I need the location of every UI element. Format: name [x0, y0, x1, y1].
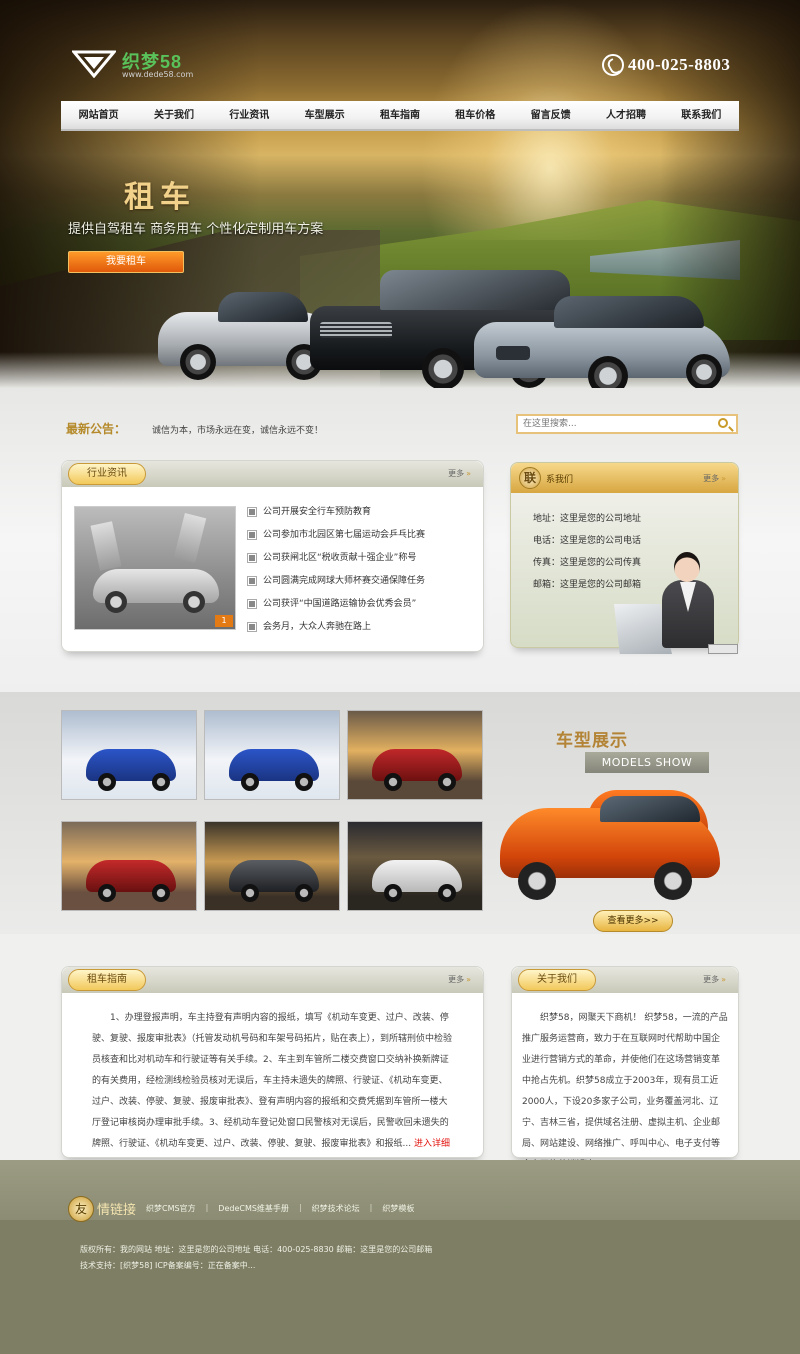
nav-item-contact[interactable]: 联系我们: [664, 101, 739, 129]
desk-phone: [708, 644, 738, 654]
nav-item-feedback[interactable]: 留言反馈: [513, 101, 588, 129]
search-input[interactable]: [523, 417, 703, 431]
customer-service-photo: [612, 548, 740, 660]
featured-car-wheel: [654, 862, 692, 900]
thumb-wheel: [241, 884, 259, 902]
model-thumb[interactable]: [347, 710, 483, 800]
links-badge: 友: [68, 1196, 94, 1222]
nav-item-news[interactable]: 行业资讯: [212, 101, 287, 129]
logo-diamond-icon: [72, 50, 116, 78]
featured-car-glass: [600, 796, 700, 822]
contact-address: 地址：这里是您的公司地址: [533, 514, 642, 524]
link-item[interactable]: 织梦CMS官方: [146, 1203, 196, 1214]
contact-panel-title: 系我们: [546, 475, 574, 485]
model-thumb[interactable]: [204, 710, 340, 800]
featured-car-image: [492, 790, 732, 906]
nav-item-jobs[interactable]: 人才招聘: [588, 101, 663, 129]
models-title: 车型展示: [556, 731, 628, 751]
link-item[interactable]: 织梦技术论坛: [312, 1203, 360, 1214]
search-icon[interactable]: [718, 418, 728, 428]
guide-text: 1、办理登报声明，车主持登有声明内容的报纸，填写《机动车变更、过户、改装、停驶、…: [92, 1008, 456, 1176]
thumb-wheel: [98, 884, 116, 902]
nav-item-models[interactable]: 车型展示: [287, 101, 362, 129]
news-item[interactable]: 公司获闸北区“税收贡献十强企业”称号: [247, 550, 473, 573]
model-thumb[interactable]: [61, 821, 197, 911]
car-wheel: [105, 591, 127, 613]
rent-car-button[interactable]: 我要租车: [68, 251, 184, 273]
news-item[interactable]: 会务月，大众人奔驰在路上: [247, 619, 473, 642]
thumb-wheel: [152, 884, 170, 902]
thumb-wheel: [295, 884, 313, 902]
thumb-wheel: [384, 884, 402, 902]
link-item[interactable]: DedeCMS维基手册: [218, 1203, 289, 1214]
car-door-right: [173, 513, 207, 563]
news-item[interactable]: 公司参加市北园区第七届运动会乒乓比赛: [247, 527, 473, 550]
models-subtitle: MODELS SHOW: [585, 752, 709, 773]
news-image[interactable]: 1: [74, 506, 236, 630]
contact-more-link[interactable]: 更多: [703, 473, 726, 484]
model-thumb[interactable]: [347, 821, 483, 911]
link-separator: |: [205, 1203, 209, 1212]
thumb-wheel: [152, 773, 170, 791]
thumb-wheel: [241, 773, 259, 791]
thumb-wheel: [98, 773, 116, 791]
about-panel-title: 关于我们: [518, 969, 596, 991]
link-separator: |: [298, 1203, 302, 1212]
link-item[interactable]: 织梦模板: [382, 1203, 414, 1214]
thumb-wheel: [438, 773, 456, 791]
footer-support: 技术支持：[织梦58] ICP备案编号：正在备案中...: [80, 1261, 256, 1270]
phone-icon: [602, 54, 624, 76]
footer: 版权所有：我的网站 地址：这里是您的公司地址 电话：400-025-8830 邮…: [0, 1222, 800, 1354]
footer-copyright: 版权所有：我的网站 地址：这里是您的公司地址 电话：400-025-8830 邮…: [80, 1245, 433, 1254]
nav-item-about[interactable]: 关于我们: [136, 101, 211, 129]
news-item[interactable]: 公司开展安全行车预防教育: [247, 504, 473, 527]
hero-banner: 织梦58 www.dede58.com 400-025-8803 租车 提供自驾…: [0, 0, 800, 388]
thumb-wheel: [295, 773, 313, 791]
about-more-link[interactable]: 更多: [703, 974, 726, 985]
nav-item-price[interactable]: 租车价格: [438, 101, 513, 129]
links-list: 织梦CMS官方 | DedeCMS维基手册 | 织梦技术论坛 | 织梦模板: [146, 1203, 424, 1214]
models-more-button[interactable]: 查看更多>>: [593, 910, 673, 932]
notice-text: 诚信为本，市场永远在变，诚信永远不变！: [152, 426, 324, 436]
model-thumb[interactable]: [61, 710, 197, 800]
links-title: 情链接: [97, 1203, 137, 1218]
news-item[interactable]: 公司获评“中国道路运输协会优秀会员”: [247, 596, 473, 619]
link-separator: |: [369, 1203, 373, 1212]
news-item[interactable]: 公司圆满完成网球大师杯赛交通保障任务: [247, 573, 473, 596]
person-head: [674, 552, 700, 582]
notice-label: 最新公告：: [66, 422, 127, 436]
image-page-indicator[interactable]: 1: [215, 615, 233, 627]
hero-subtitle: 提供自驾租车 商务用车 个性化定制用车方案: [68, 222, 324, 237]
thumb-wheel: [384, 773, 402, 791]
news-list: 公司开展安全行车预防教育 公司参加市北园区第七届运动会乒乓比赛 公司获闸北区“税…: [247, 504, 473, 642]
site-logo[interactable]: 织梦58 www.dede58.com: [72, 46, 212, 82]
nav-item-guide[interactable]: 租车指南: [362, 101, 437, 129]
hero-car-bmw: [474, 292, 734, 388]
guide-body: 1、办理登报声明，车主持登有声明内容的报纸，填写《机动车变更、过户、改装、停驶、…: [92, 1013, 453, 1149]
nav-item-home[interactable]: 网站首页: [61, 101, 136, 129]
guide-more-link[interactable]: 更多: [448, 974, 471, 985]
car-wheel: [183, 591, 205, 613]
car-door-left: [90, 521, 122, 571]
contact-badge: 联: [519, 467, 541, 489]
logo-url: www.dede58.com: [122, 70, 194, 79]
hero-title: 租车: [124, 180, 196, 215]
featured-car-wheel: [518, 862, 556, 900]
about-text: 织梦58，网聚天下商机！ 织梦58，一流的产品推广服务运营商，致力于在互联网时代…: [522, 1013, 728, 1170]
thumb-wheel: [438, 884, 456, 902]
news-panel-title: 行业资讯: [68, 463, 146, 485]
phone-number: 400-025-8803: [628, 55, 731, 74]
main-nav: 网站首页 关于我们 行业资讯 车型展示 租车指南 租车价格 留言反馈 人才招聘 …: [61, 101, 739, 131]
model-thumb[interactable]: [204, 821, 340, 911]
news-more-link[interactable]: 更多: [448, 468, 471, 479]
search-box: [516, 414, 738, 434]
guide-panel-title: 租车指南: [68, 969, 146, 991]
